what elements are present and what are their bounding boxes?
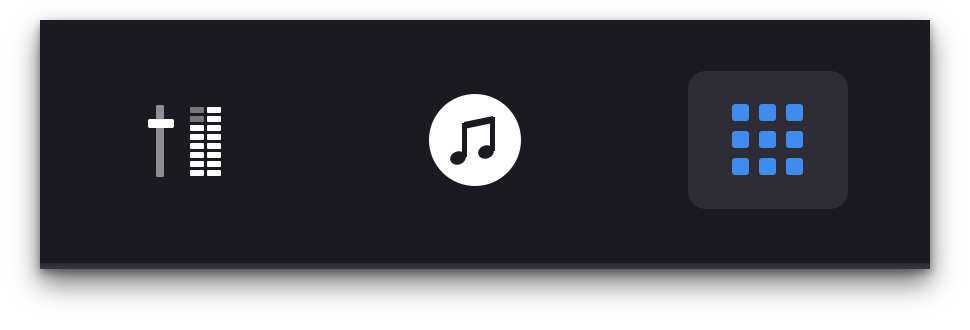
app-grid-button[interactable] <box>688 71 848 209</box>
bottom-toolbar <box>40 20 930 269</box>
mixer-faders-icon <box>145 105 235 185</box>
music-button[interactable] <box>415 80 535 200</box>
app-grid-icon <box>732 104 804 176</box>
music-note-icon <box>427 92 523 188</box>
screenshot-stage <box>0 0 970 330</box>
mixer-button[interactable] <box>135 90 245 200</box>
